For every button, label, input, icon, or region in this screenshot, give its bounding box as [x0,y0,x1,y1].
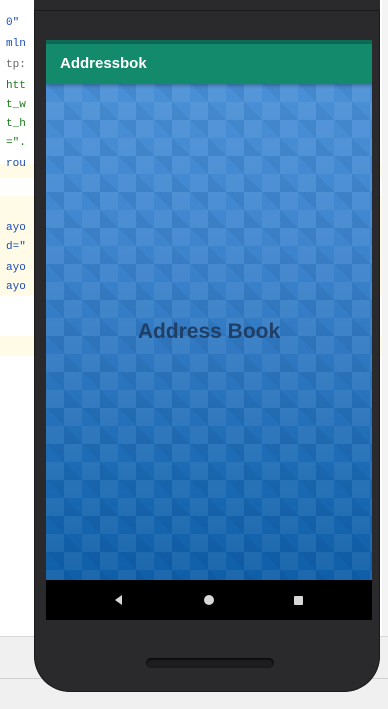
app-title: Addressbok [60,55,147,72]
code-line[interactable]: t_w [6,98,26,112]
code-line[interactable]: =". [6,136,26,150]
code-line[interactable]: htt [6,79,26,93]
home-button[interactable] [199,590,219,610]
device-screen: Addressbok Address Book [46,40,372,620]
code-line[interactable]: ayo [6,280,26,294]
recents-square-icon [293,595,303,605]
address-book-heading: Address Book [137,320,281,343]
code-line[interactable]: ayo [6,221,26,235]
code-line[interactable]: 0" [6,16,19,30]
phone-speaker [146,658,274,668]
code-line[interactable]: t_h [6,117,26,131]
main-content: Address Book [46,84,372,580]
code-line[interactable]: mln [6,37,26,51]
editor-scrollbar[interactable] [382,0,388,640]
code-line[interactable]: ayo [6,261,26,275]
code-line[interactable]: tp: [6,58,26,72]
recents-button[interactable] [288,590,308,610]
navigation-bar [46,580,372,620]
home-circle-icon [204,595,214,605]
phone-frame-top [34,0,380,10]
code-line[interactable]: rou [6,157,26,171]
app-bar: Addressbok [46,44,372,84]
back-button[interactable] [108,590,128,610]
code-line[interactable]: d=" [6,240,26,254]
back-triangle-icon [114,595,122,605]
